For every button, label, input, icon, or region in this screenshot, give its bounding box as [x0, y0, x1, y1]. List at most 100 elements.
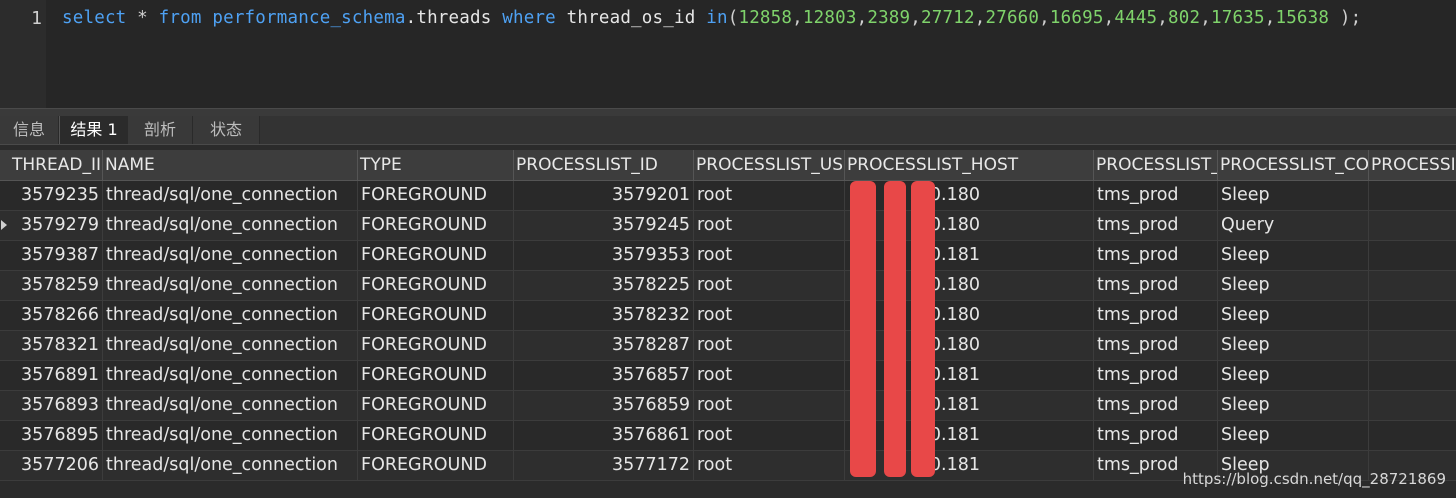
cell-thread-id[interactable]: 3579387 — [10, 241, 103, 270]
cell-user[interactable]: root — [694, 361, 845, 390]
cell-type[interactable]: FOREGROUND — [358, 241, 514, 270]
cell-host[interactable]: 0.180 — [845, 331, 1094, 360]
cell-command[interactable]: Sleep — [1218, 391, 1369, 420]
cell-name[interactable]: thread/sql/one_connection — [103, 391, 358, 420]
cell-thread-id[interactable]: 3579279 — [10, 211, 103, 240]
cell-time[interactable] — [1369, 421, 1456, 450]
cell-host[interactable]: 0.181 — [845, 451, 1094, 480]
column-header-type[interactable]: TYPE — [358, 150, 514, 180]
cell-thread-id[interactable]: 3577206 — [10, 451, 103, 480]
cell-type[interactable]: FOREGROUND — [358, 271, 514, 300]
cell-time[interactable] — [1369, 301, 1456, 330]
cell-db[interactable]: tms_prod — [1094, 361, 1218, 390]
row-selector[interactable] — [0, 421, 10, 450]
table-row[interactable]: 3578266 thread/sql/one_connection FOREGROU… — [0, 301, 1456, 331]
cell-processlist-id[interactable]: 3576859 — [514, 391, 694, 420]
cell-time[interactable] — [1369, 271, 1456, 300]
cell-processlist-id[interactable]: 3576861 — [514, 421, 694, 450]
cell-type[interactable]: FOREGROUND — [358, 331, 514, 360]
cell-command[interactable]: Sleep — [1218, 181, 1369, 210]
cell-processlist-id[interactable]: 3578225 — [514, 271, 694, 300]
cell-time[interactable] — [1369, 361, 1456, 390]
cell-time[interactable] — [1369, 211, 1456, 240]
column-header-processlist-db[interactable]: PROCESSLIST_ — [1094, 150, 1218, 180]
cell-db[interactable]: tms_prod — [1094, 271, 1218, 300]
cell-user[interactable]: root — [694, 451, 845, 480]
table-row[interactable]: 3579387 thread/sql/one_connection FOREGROU… — [0, 241, 1456, 271]
row-selector[interactable] — [0, 331, 10, 360]
cell-host[interactable]: 0.180 — [845, 271, 1094, 300]
cell-processlist-id[interactable]: 3577172 — [514, 451, 694, 480]
tab-status[interactable]: 状态 — [193, 116, 260, 144]
cell-thread-id[interactable]: 3578266 — [10, 301, 103, 330]
sql-code[interactable]: select * from performance_schema.threads… — [62, 8, 1361, 28]
cell-thread-id[interactable]: 3576893 — [10, 391, 103, 420]
cell-name[interactable]: thread/sql/one_connection — [103, 331, 358, 360]
cell-name[interactable]: thread/sql/one_connection — [103, 211, 358, 240]
cell-db[interactable]: tms_prod — [1094, 301, 1218, 330]
cell-host[interactable]: 0.180 — [845, 301, 1094, 330]
cell-command[interactable]: Query — [1218, 211, 1369, 240]
cell-type[interactable]: FOREGROUND — [358, 301, 514, 330]
cell-user[interactable]: root — [694, 241, 845, 270]
cell-host[interactable]: 0.181 — [845, 241, 1094, 270]
cell-thread-id[interactable]: 3576895 — [10, 421, 103, 450]
column-header-name[interactable]: NAME — [103, 150, 358, 180]
row-selector[interactable] — [0, 241, 10, 270]
cell-type[interactable]: FOREGROUND — [358, 211, 514, 240]
column-header-processlist-user[interactable]: PROCESSLIST_US — [694, 150, 845, 180]
cell-host[interactable]: 0.181 — [845, 361, 1094, 390]
cell-name[interactable]: thread/sql/one_connection — [103, 241, 358, 270]
cell-db[interactable]: tms_prod — [1094, 211, 1218, 240]
cell-name[interactable]: thread/sql/one_connection — [103, 271, 358, 300]
cell-processlist-id[interactable]: 3579201 — [514, 181, 694, 210]
cell-db[interactable]: tms_prod — [1094, 181, 1218, 210]
table-row[interactable]: 3579279 thread/sql/one_connection FOREGROU… — [0, 211, 1456, 241]
cell-user[interactable]: root — [694, 391, 845, 420]
cell-user[interactable]: root — [694, 211, 845, 240]
row-selector[interactable] — [0, 211, 10, 240]
cell-host[interactable]: 0.180 — [845, 211, 1094, 240]
row-selector[interactable] — [0, 181, 10, 210]
table-row[interactable]: 3576893 thread/sql/one_connection FOREGROU… — [0, 391, 1456, 421]
cell-processlist-id[interactable]: 3576857 — [514, 361, 694, 390]
cell-user[interactable]: root — [694, 331, 845, 360]
cell-time[interactable] — [1369, 241, 1456, 270]
cell-user[interactable]: root — [694, 301, 845, 330]
column-header-thread-id[interactable]: THREAD_II — [10, 150, 103, 180]
cell-time[interactable] — [1369, 391, 1456, 420]
row-selector[interactable] — [0, 361, 10, 390]
column-header-processlist-host[interactable]: PROCESSLIST_HOST — [845, 150, 1094, 180]
table-row[interactable]: 3579235 thread/sql/one_connection FOREGROU… — [0, 181, 1456, 211]
cell-type[interactable]: FOREGROUND — [358, 421, 514, 450]
cell-processlist-id[interactable]: 3578287 — [514, 331, 694, 360]
cell-name[interactable]: thread/sql/one_connection — [103, 181, 358, 210]
cell-processlist-id[interactable]: 3579245 — [514, 211, 694, 240]
cell-command[interactable]: Sleep — [1218, 271, 1369, 300]
table-row[interactable]: 3578259 thread/sql/one_connection FOREGROU… — [0, 271, 1456, 301]
column-header-processlist-time[interactable]: PROCESSI — [1369, 150, 1456, 180]
cell-command[interactable]: Sleep — [1218, 421, 1369, 450]
table-row[interactable]: 3576891 thread/sql/one_connection FOREGROU… — [0, 361, 1456, 391]
table-row[interactable]: 3576895 thread/sql/one_connection FOREGROU… — [0, 421, 1456, 451]
row-selector[interactable] — [0, 391, 10, 420]
cell-thread-id[interactable]: 3576891 — [10, 361, 103, 390]
cell-command[interactable]: Sleep — [1218, 301, 1369, 330]
cell-thread-id[interactable]: 3578321 — [10, 331, 103, 360]
cell-command[interactable]: Sleep — [1218, 361, 1369, 390]
cell-type[interactable]: FOREGROUND — [358, 181, 514, 210]
row-selector[interactable] — [0, 451, 10, 480]
row-selector[interactable] — [0, 271, 10, 300]
cell-processlist-id[interactable]: 3579353 — [514, 241, 694, 270]
cell-thread-id[interactable]: 3578259 — [10, 271, 103, 300]
cell-processlist-id[interactable]: 3578232 — [514, 301, 694, 330]
column-header-processlist-id[interactable]: PROCESSLIST_ID — [514, 150, 694, 180]
tab-result-1[interactable]: 结果 1 — [59, 116, 129, 144]
cell-time[interactable] — [1369, 331, 1456, 360]
row-selector[interactable] — [0, 301, 10, 330]
cell-user[interactable]: root — [694, 181, 845, 210]
table-row[interactable]: 3578321 thread/sql/one_connection FOREGROU… — [0, 331, 1456, 361]
cell-user[interactable]: root — [694, 421, 845, 450]
cell-time[interactable] — [1369, 181, 1456, 210]
cell-host[interactable]: 0.181 — [845, 421, 1094, 450]
